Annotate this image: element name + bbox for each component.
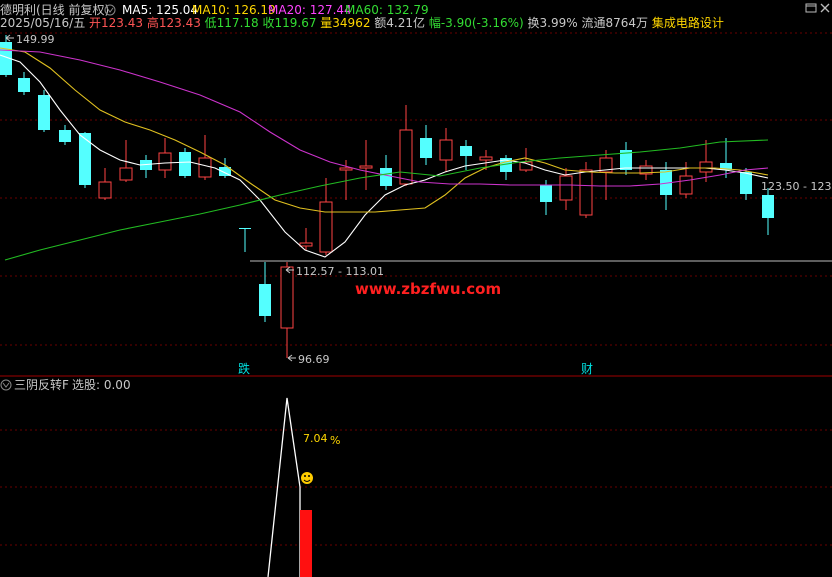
ma5-label: MA5: 125.04 [122,3,198,17]
candle [359,140,373,190]
candle [762,188,774,235]
info-item: 额4.21亿 [370,15,425,30]
high-arrow-icon [5,34,14,42]
marker-cai: 财 [581,362,593,376]
marker-die: 跌 [238,361,250,376]
candle [399,105,413,186]
candle [720,138,732,178]
info-item: 低117.18 [201,16,259,30]
high-price-label: 149.99 [16,33,55,46]
ma5-line [0,54,769,258]
candle [239,228,251,252]
candle [158,138,172,178]
candle [198,135,212,180]
ma20-label: MA20: 127.44 [268,3,352,17]
gap-price-label: 112.57 - 113.01 [296,265,384,278]
candle [380,155,392,190]
candle [38,90,50,132]
candle [140,155,152,178]
info-item: 幅-3.90(-3.16%) [425,15,524,30]
candle [18,72,30,95]
indicator-value: 选股: 0.00 [72,378,131,392]
info-item: 2025/05/16/五 [0,16,85,30]
info-item: 流通8764万 [578,16,648,30]
candle [280,262,294,358]
low-price-label: 96.69 [298,353,330,366]
ma-lines-group [0,47,769,261]
right-price-label: 123.50 - 123.4 [761,180,832,193]
indicator-title: 三阴反转F [14,377,69,392]
candle [579,162,593,218]
info-item: 收119.67 [259,16,317,30]
stock-name: 德明利(日线 前复权) [0,2,109,17]
info-item: 量34962 [316,16,370,30]
info-row: 2025/05/16/五 开123.43 高123.43 低117.18 收11… [0,15,724,30]
low-arrow-icon [287,354,296,362]
candle [179,148,191,178]
ma10-line [0,47,769,213]
close-icon[interactable] [820,3,830,13]
candle [519,148,533,172]
ma60-label: MA60: 132.79 [345,3,429,17]
candle [620,142,632,175]
info-item: 集成电路设计 [648,15,724,30]
candle [699,140,713,182]
candle [319,178,333,255]
ma10-label: MA10: 126.19 [192,3,276,17]
indicator-signal-bar [300,510,312,577]
candle [439,128,453,172]
candle [599,150,613,200]
candle [59,125,71,145]
candle [79,132,91,188]
kline-chart[interactable]: 德明利(日线 前复权) MA5: 125.04 MA10: 126.19 MA2… [0,0,832,577]
candles-group [0,35,774,358]
info-item: 换3.99% [524,16,578,30]
window-icon[interactable] [805,3,817,13]
indicator-collapse-icon[interactable] [0,379,12,391]
candle [500,155,512,180]
info-item: 高123.43 [143,15,201,30]
candle [639,160,653,180]
candle [660,162,672,210]
indicator-pct: 7.04 [303,432,328,445]
candle [259,262,271,322]
smiley-icon [301,472,313,484]
candle [98,168,112,200]
ma20-line [0,49,769,187]
info-item: 开123.43 [85,16,143,30]
watermark-text: www.zbzfwu.com [355,280,501,298]
indicator-pct-sign: % [330,434,340,447]
candle [420,125,432,165]
